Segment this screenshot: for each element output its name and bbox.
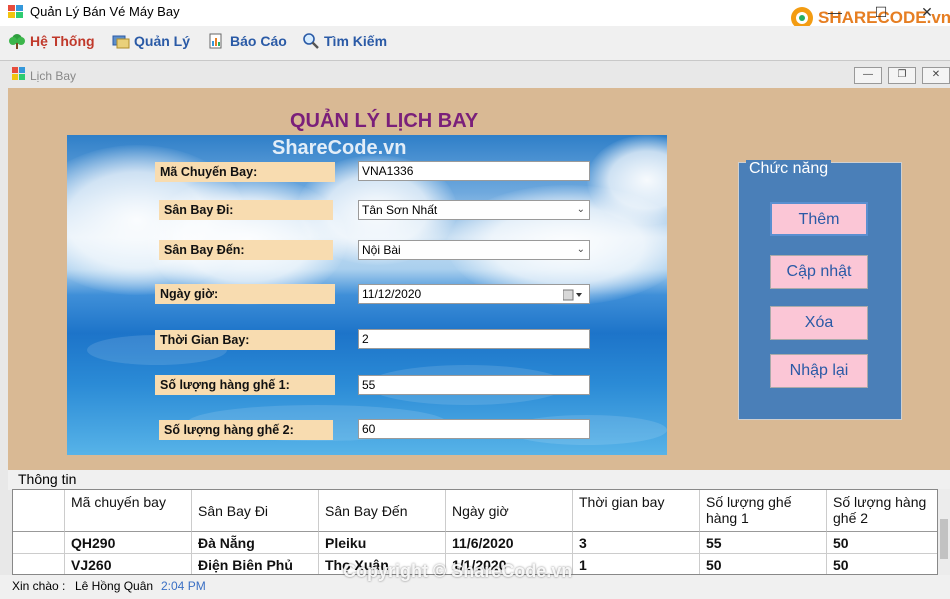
col-san-bay-di[interactable]: Sân Bay Đi bbox=[192, 490, 319, 532]
menu-label: Quản Lý bbox=[134, 33, 191, 49]
so-luong-hang-ghe-2-input[interactable]: 60 bbox=[358, 419, 590, 439]
col-so-luong-hang-ghe-2[interactable]: Số lượng hàng ghế 2 bbox=[827, 490, 937, 532]
report-icon bbox=[208, 33, 226, 49]
table-cell[interactable]: 55 bbox=[700, 532, 827, 554]
grid-vertical-scrollbar[interactable] bbox=[938, 489, 950, 575]
search-icon bbox=[302, 33, 320, 49]
table-cell[interactable]: Đà Nẵng bbox=[192, 532, 319, 554]
table-cell[interactable]: Điện Biên Phủ bbox=[192, 554, 319, 574]
calendar-icon[interactable] bbox=[562, 288, 583, 301]
chevron-down-icon: ⌄ bbox=[576, 204, 585, 215]
tree-icon bbox=[8, 33, 26, 49]
label-thoi-gian-bay: Thời Gian Bay: bbox=[155, 330, 335, 350]
sharecode-watermark: ShareCode.vn bbox=[272, 137, 407, 159]
label-so-luong-hang-ghe-1: Số lượng hàng ghế 1: bbox=[155, 375, 335, 395]
menu-he-thong[interactable]: Hệ Thống bbox=[8, 31, 95, 51]
window-title-bar: Quản Lý Bán Vé Máy Bay SHARECODE.vn — ☐ … bbox=[0, 0, 950, 29]
scrollbar-thumb[interactable] bbox=[940, 519, 948, 559]
label-ngay-gio: Ngày giờ: bbox=[155, 284, 335, 304]
them-button[interactable]: Thêm bbox=[770, 202, 868, 236]
san-bay-di-select[interactable]: Tân Sơn Nhất ⌄ bbox=[358, 200, 590, 220]
table-cell[interactable]: 50 bbox=[827, 554, 937, 574]
table-cell[interactable]: QH290 bbox=[65, 532, 192, 554]
row-header[interactable] bbox=[13, 532, 65, 554]
child-restore-button[interactable]: ❐ bbox=[888, 67, 916, 84]
chevron-down-icon: ⌄ bbox=[576, 244, 585, 255]
menu-label: Báo Cáo bbox=[230, 33, 287, 49]
status-greeting: Xin chào : bbox=[12, 579, 66, 593]
table-cell[interactable]: 11/6/2020 bbox=[446, 532, 573, 554]
table-cell[interactable]: 3 bbox=[573, 532, 700, 554]
table-cell[interactable]: 50 bbox=[700, 554, 827, 574]
ngay-gio-datepicker[interactable]: 11/12/2020 bbox=[358, 284, 590, 304]
san-bay-di-value: Tân Sơn Nhất bbox=[362, 203, 438, 217]
cards-icon bbox=[112, 33, 130, 49]
row-header[interactable] bbox=[13, 554, 65, 574]
thong-tin-label: Thông tin bbox=[18, 471, 77, 487]
child-close-button[interactable]: ✕ bbox=[922, 67, 950, 84]
ma-chuyen-bay-input[interactable]: VNA1336 bbox=[358, 161, 590, 181]
label-san-bay-den: Sân Bay Đến: bbox=[159, 240, 333, 260]
menu-label: Hệ Thống bbox=[30, 33, 95, 49]
table-cell[interactable]: Pleiku bbox=[319, 532, 446, 554]
table-cell[interactable]: 1 bbox=[573, 554, 700, 574]
minimize-button[interactable]: — bbox=[812, 0, 858, 26]
col-thoi-gian-bay[interactable]: Thời gian bay bbox=[573, 490, 700, 532]
window-title: Quản Lý Bán Vé Máy Bay bbox=[30, 4, 180, 19]
thoi-gian-bay-input[interactable]: 2 bbox=[358, 329, 590, 349]
chuc-nang-legend: Chức năng bbox=[746, 160, 832, 178]
child-window-title: Lịch Bay bbox=[30, 69, 77, 83]
status-user: Lê Hồng Quân bbox=[75, 579, 154, 593]
col-ngay-gio[interactable]: Ngày giờ bbox=[446, 490, 573, 532]
cap-nhat-button[interactable]: Cập nhật bbox=[770, 255, 868, 289]
col-san-bay-den[interactable]: Sân Bay Đến bbox=[319, 490, 446, 532]
table-cell[interactable]: 50 bbox=[827, 532, 937, 554]
menu-quan-ly[interactable]: Quản Lý bbox=[112, 31, 190, 51]
so-luong-hang-ghe-1-input[interactable]: 55 bbox=[358, 375, 590, 395]
table-cell[interactable]: VJ260 bbox=[65, 554, 192, 574]
maximize-button[interactable]: ☐ bbox=[858, 0, 904, 26]
copyright-watermark: Copyright © ShareCode.vn bbox=[343, 561, 573, 581]
san-bay-den-value: Nội Bài bbox=[362, 243, 401, 257]
info-header-strip bbox=[8, 470, 950, 490]
nhap-lai-button[interactable]: Nhập lại bbox=[770, 354, 868, 388]
san-bay-den-select[interactable]: Nội Bài ⌄ bbox=[358, 240, 590, 260]
close-button[interactable]: ✕ bbox=[904, 0, 950, 26]
menu-bao-cao[interactable]: Báo Cáo bbox=[208, 31, 287, 51]
ngay-gio-value: 11/12/2020 bbox=[362, 287, 422, 301]
menu-tim-kiem[interactable]: Tìm Kiếm bbox=[302, 31, 387, 51]
label-ma-chuyen-bay: Mã Chuyến Bay: bbox=[155, 162, 335, 182]
page-title: QUẢN LÝ LỊCH BAY bbox=[290, 110, 479, 132]
app-icon bbox=[8, 5, 24, 19]
child-window-icon bbox=[12, 67, 26, 80]
status-time: 2:04 PM bbox=[161, 579, 206, 593]
xoa-button[interactable]: Xóa bbox=[770, 306, 868, 340]
menu-bar: Hệ Thống Quản Lý Báo Cáo Tìm Kiếm bbox=[0, 26, 950, 56]
col-so-luong-ghe-hang-1[interactable]: Số lượng ghế hàng 1 bbox=[700, 490, 827, 532]
col-ma-chuyen-bay[interactable]: Mã chuyến bay bbox=[65, 490, 192, 532]
label-san-bay-di: Sân Bay Đi: bbox=[159, 200, 333, 220]
row-header-corner bbox=[13, 490, 65, 532]
menu-label: Tìm Kiếm bbox=[324, 33, 388, 49]
label-so-luong-hang-ghe-2: Số lượng hàng ghế 2: bbox=[159, 420, 333, 440]
child-minimize-button[interactable]: — bbox=[854, 67, 882, 84]
